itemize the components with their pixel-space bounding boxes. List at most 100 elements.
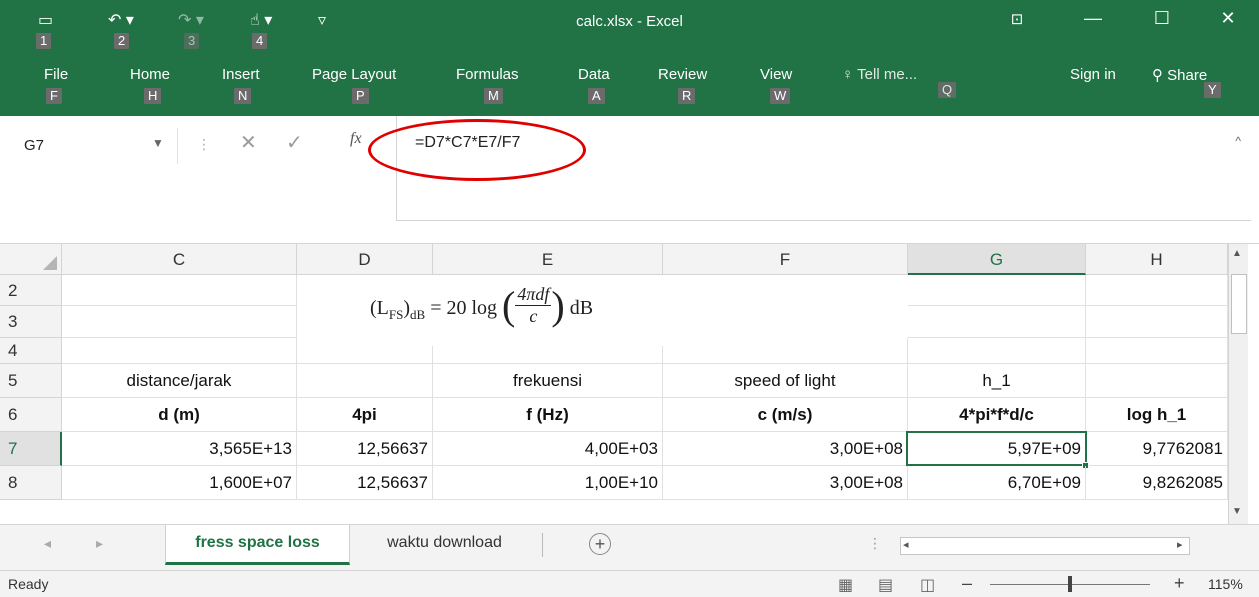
vertical-scrollbar[interactable]: ▲ ▼ bbox=[1228, 244, 1248, 524]
sign-in-link[interactable]: Sign in bbox=[1070, 66, 1116, 83]
column-header-h[interactable]: H bbox=[1086, 244, 1228, 275]
tab-file[interactable]: File F bbox=[44, 66, 68, 104]
cell-d6[interactable]: 4pi bbox=[297, 398, 433, 432]
column-header-e[interactable]: E bbox=[433, 244, 663, 275]
cell-h7[interactable]: 9,7762081 bbox=[1086, 432, 1228, 466]
row-header-8[interactable]: 8 bbox=[0, 466, 62, 500]
tab-insert[interactable]: Insert N bbox=[222, 66, 260, 104]
keytip-touch: 4 bbox=[252, 33, 268, 49]
cell-d7[interactable]: 12,56637 bbox=[297, 432, 433, 466]
cell-f6[interactable]: c (m/s) bbox=[663, 398, 908, 432]
enter-check-icon[interactable]: ✓ bbox=[286, 130, 303, 155]
name-box-value: G7 bbox=[24, 137, 45, 154]
scroll-down-icon[interactable]: ▼ bbox=[1232, 506, 1242, 517]
sheet-prev-icon[interactable]: ◂ bbox=[44, 535, 51, 552]
ribbon-display-options-icon[interactable]: ⊡ bbox=[1002, 10, 1032, 28]
sheet-next-icon[interactable]: ▸ bbox=[96, 535, 103, 552]
zoom-level[interactable]: 115% bbox=[1208, 576, 1243, 592]
cell-e7[interactable]: 4,00E+03 bbox=[433, 432, 663, 466]
cell-g6[interactable]: 4*pi*f*d/c bbox=[908, 398, 1086, 432]
maximize-button[interactable]: ☐ bbox=[1147, 8, 1177, 29]
close-button[interactable]: ✕ bbox=[1213, 8, 1243, 29]
keytip-formulas: M bbox=[484, 88, 503, 104]
cell-d5[interactable] bbox=[297, 364, 433, 398]
add-sheet-icon[interactable]: + bbox=[589, 533, 611, 555]
equation-image[interactable]: (LFS)dB = 20 log (4πdf c) dB bbox=[350, 276, 730, 346]
cell-g2[interactable] bbox=[908, 275, 1086, 306]
column-header-g[interactable]: G bbox=[908, 244, 1086, 275]
row-header-4[interactable]: 4 bbox=[0, 338, 62, 364]
cell-f5[interactable]: speed of light bbox=[663, 364, 908, 398]
cell-g3[interactable] bbox=[908, 306, 1086, 338]
cell-h4[interactable] bbox=[1086, 338, 1228, 364]
page-break-view-icon[interactable]: ◫ bbox=[920, 575, 935, 595]
minimize-button[interactable]: — bbox=[1078, 8, 1108, 29]
formula-bar-divider: ⋮ bbox=[197, 136, 211, 152]
cell-e6[interactable]: f (Hz) bbox=[433, 398, 663, 432]
cell-c4[interactable] bbox=[62, 338, 297, 364]
keytip-insert: N bbox=[234, 88, 252, 104]
name-box[interactable]: G7 ▼ bbox=[14, 128, 178, 164]
cell-c6[interactable]: d (m) bbox=[62, 398, 297, 432]
tab-formulas[interactable]: Formulas M bbox=[456, 66, 519, 104]
zoom-slider-thumb[interactable] bbox=[1068, 576, 1072, 592]
column-header-c[interactable]: C bbox=[62, 244, 297, 275]
cell-g7-active[interactable]: 5,97E+09 bbox=[906, 431, 1087, 466]
cell-h3[interactable] bbox=[1086, 306, 1228, 338]
formula-bar: G7 ▼ ⋮ ✕ ✓ fx =D7*C7*E7/F7 ^ bbox=[0, 116, 1259, 244]
horizontal-scrollbar[interactable]: ◂ ▸ bbox=[900, 537, 1190, 555]
cell-e5[interactable]: frekuensi bbox=[433, 364, 663, 398]
keytip-redo: 3 bbox=[184, 33, 200, 49]
insert-function-icon[interactable]: fx bbox=[350, 130, 362, 148]
tab-view[interactable]: View W bbox=[760, 66, 792, 104]
cell-e8[interactable]: 1,00E+10 bbox=[433, 466, 663, 500]
keytip-data: A bbox=[588, 88, 605, 104]
status-bar: Ready ▦ ▤ ◫ – + 115% bbox=[0, 570, 1259, 597]
tell-me-search[interactable]: ♀ Tell me... Q bbox=[842, 66, 957, 98]
cell-c3[interactable] bbox=[62, 306, 297, 338]
cell-g5[interactable]: h_1 bbox=[908, 364, 1086, 398]
row-header-3[interactable]: 3 bbox=[0, 306, 62, 338]
vertical-scroll-thumb[interactable] bbox=[1231, 274, 1247, 334]
free-space-loss-equation: (LFS)dB = 20 log (4πdf c) dB bbox=[370, 283, 594, 328]
column-header-f[interactable]: F bbox=[663, 244, 908, 275]
cell-h2[interactable] bbox=[1086, 275, 1228, 306]
tab-review[interactable]: Review R bbox=[658, 66, 707, 104]
cancel-icon[interactable]: ✕ bbox=[240, 130, 257, 155]
cell-c8[interactable]: 1,600E+07 bbox=[62, 466, 297, 500]
share-button[interactable]: ⚲ Share Y bbox=[1152, 66, 1221, 98]
scroll-left-icon[interactable]: ◂ bbox=[903, 538, 909, 551]
cell-f7[interactable]: 3,00E+08 bbox=[663, 432, 908, 466]
cell-h8[interactable]: 9,8262085 bbox=[1086, 466, 1228, 500]
cell-g4[interactable] bbox=[908, 338, 1086, 364]
cell-c5[interactable]: distance/jarak bbox=[62, 364, 297, 398]
normal-view-icon[interactable]: ▦ bbox=[838, 575, 853, 595]
cell-d8[interactable]: 12,56637 bbox=[297, 466, 433, 500]
cell-h6[interactable]: log h_1 bbox=[1086, 398, 1228, 432]
cell-g8[interactable]: 6,70E+09 bbox=[908, 466, 1086, 500]
cell-c7[interactable]: 3,565E+13 bbox=[62, 432, 297, 466]
tab-page-layout[interactable]: Page Layout P bbox=[312, 66, 396, 104]
scroll-right-icon[interactable]: ▸ bbox=[1177, 538, 1183, 551]
status-ready: Ready bbox=[8, 576, 49, 592]
scroll-up-icon[interactable]: ▲ bbox=[1232, 248, 1242, 259]
sheet-tab-waktu-download[interactable]: waktu download bbox=[352, 525, 537, 565]
row-header-6[interactable]: 6 bbox=[0, 398, 62, 432]
cell-c2[interactable] bbox=[62, 275, 297, 306]
tab-home[interactable]: Home H bbox=[130, 66, 170, 104]
tab-data[interactable]: Data A bbox=[578, 66, 610, 104]
cell-h5[interactable] bbox=[1086, 364, 1228, 398]
page-layout-view-icon[interactable]: ▤ bbox=[878, 575, 893, 595]
row-header-5[interactable]: 5 bbox=[0, 364, 62, 398]
collapse-formula-bar-icon[interactable]: ^ bbox=[1235, 134, 1241, 148]
zoom-out-button[interactable]: – bbox=[962, 573, 972, 594]
split-handle-icon[interactable]: ⋮ bbox=[868, 535, 882, 552]
cell-f8[interactable]: 3,00E+08 bbox=[663, 466, 908, 500]
select-all-corner[interactable] bbox=[0, 244, 62, 275]
column-header-d[interactable]: D bbox=[297, 244, 433, 275]
row-header-2[interactable]: 2 bbox=[0, 275, 62, 306]
row-header-7[interactable]: 7 bbox=[0, 432, 62, 466]
chevron-down-icon[interactable]: ▼ bbox=[152, 136, 164, 150]
sheet-tab-fress-space-loss[interactable]: fress space loss bbox=[165, 525, 350, 565]
zoom-in-button[interactable]: + bbox=[1174, 573, 1185, 594]
